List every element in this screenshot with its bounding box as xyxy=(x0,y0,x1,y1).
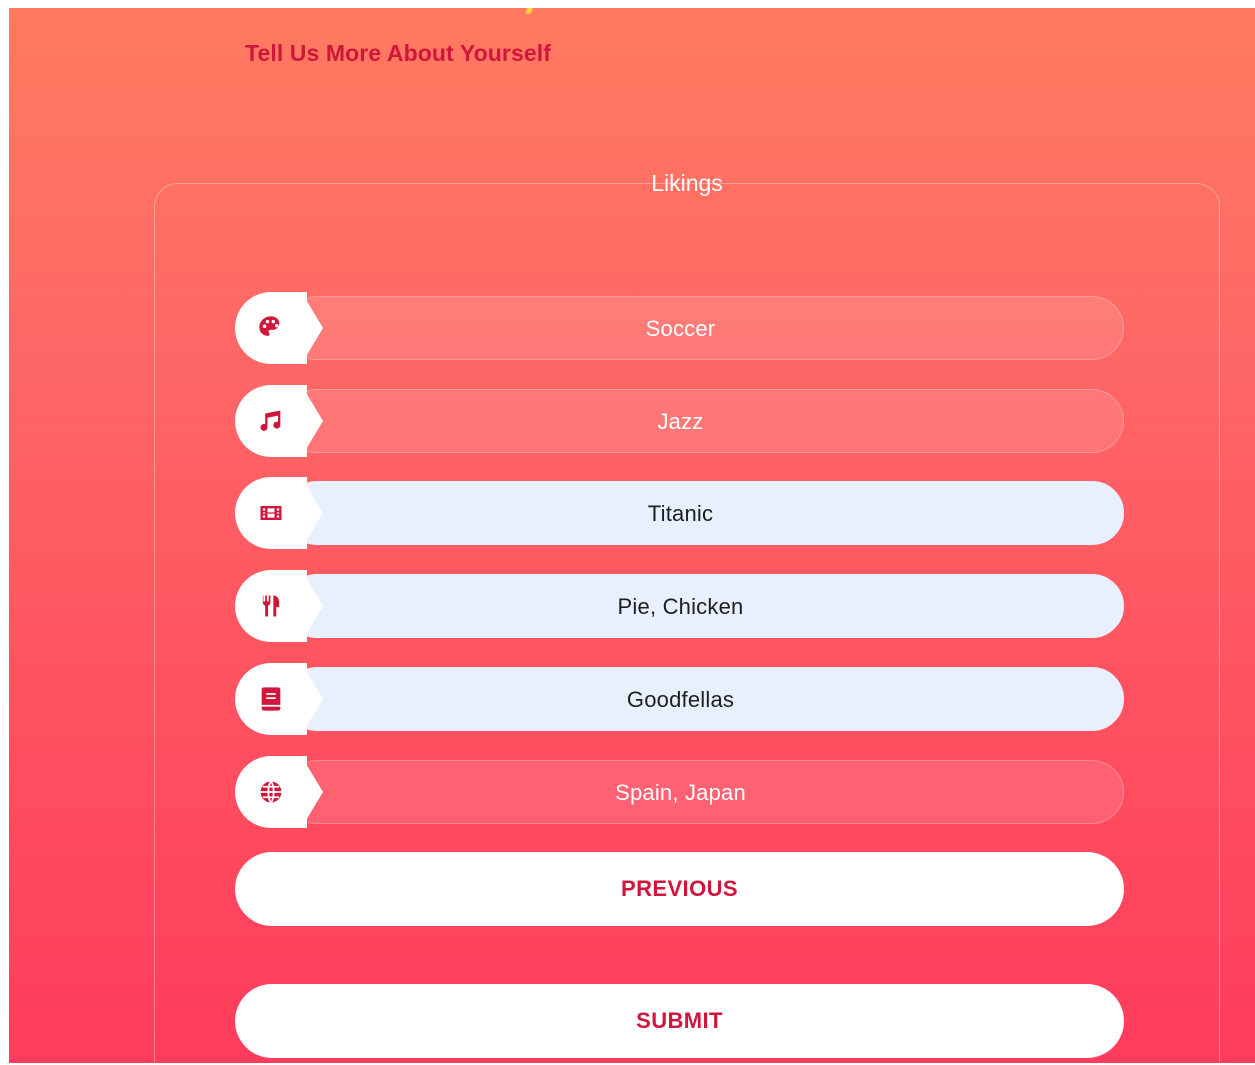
liking-row-book: Goodfellas xyxy=(235,663,1124,735)
sports-icon-badge xyxy=(235,292,307,364)
liking-row-sports: Soccer xyxy=(235,292,1124,364)
book-icon-badge xyxy=(235,663,307,735)
food-icon-badge xyxy=(235,570,307,642)
music-field[interactable]: Jazz xyxy=(285,389,1124,453)
liking-row-music: Jazz xyxy=(235,385,1124,457)
globe-icon xyxy=(260,780,282,804)
liking-row-travel: Spain, Japan xyxy=(235,756,1124,828)
movie-field-value: Titanic xyxy=(647,501,714,526)
food-field-value: Pie, Chicken xyxy=(617,594,744,619)
book-field[interactable]: Goodfellas xyxy=(285,667,1124,731)
previous-button[interactable]: PREVIOUS xyxy=(235,852,1124,926)
film-icon xyxy=(260,506,282,520)
travel-field-value: Spain, Japan xyxy=(615,780,746,805)
viewport: Tell Us More About Yourself Likings Socc… xyxy=(0,0,1255,1065)
sports-field-value: Soccer xyxy=(645,316,716,341)
music-icon-badge xyxy=(235,385,307,457)
liking-row-food: Pie, Chicken xyxy=(235,570,1124,642)
sports-field[interactable]: Soccer xyxy=(285,296,1124,360)
music-field-value: Jazz xyxy=(657,409,704,434)
book-icon xyxy=(261,687,281,711)
food-field[interactable]: Pie, Chicken xyxy=(285,574,1124,638)
movie-field[interactable]: Titanic xyxy=(285,481,1124,545)
travel-field[interactable]: Spain, Japan xyxy=(285,760,1124,824)
palette-icon xyxy=(259,316,280,336)
submit-button[interactable]: SUBMIT xyxy=(235,984,1124,1058)
travel-icon-badge xyxy=(235,756,307,828)
likings-legend: Likings xyxy=(651,170,723,196)
book-field-value: Goodfellas xyxy=(626,687,735,712)
movie-icon-badge xyxy=(235,477,307,549)
liking-row-movie: Titanic xyxy=(235,477,1124,549)
utensils-icon xyxy=(261,595,280,617)
music-note-icon xyxy=(260,410,281,431)
header-accent-mark xyxy=(524,8,536,14)
page-subtitle: Tell Us More About Yourself xyxy=(245,40,551,66)
